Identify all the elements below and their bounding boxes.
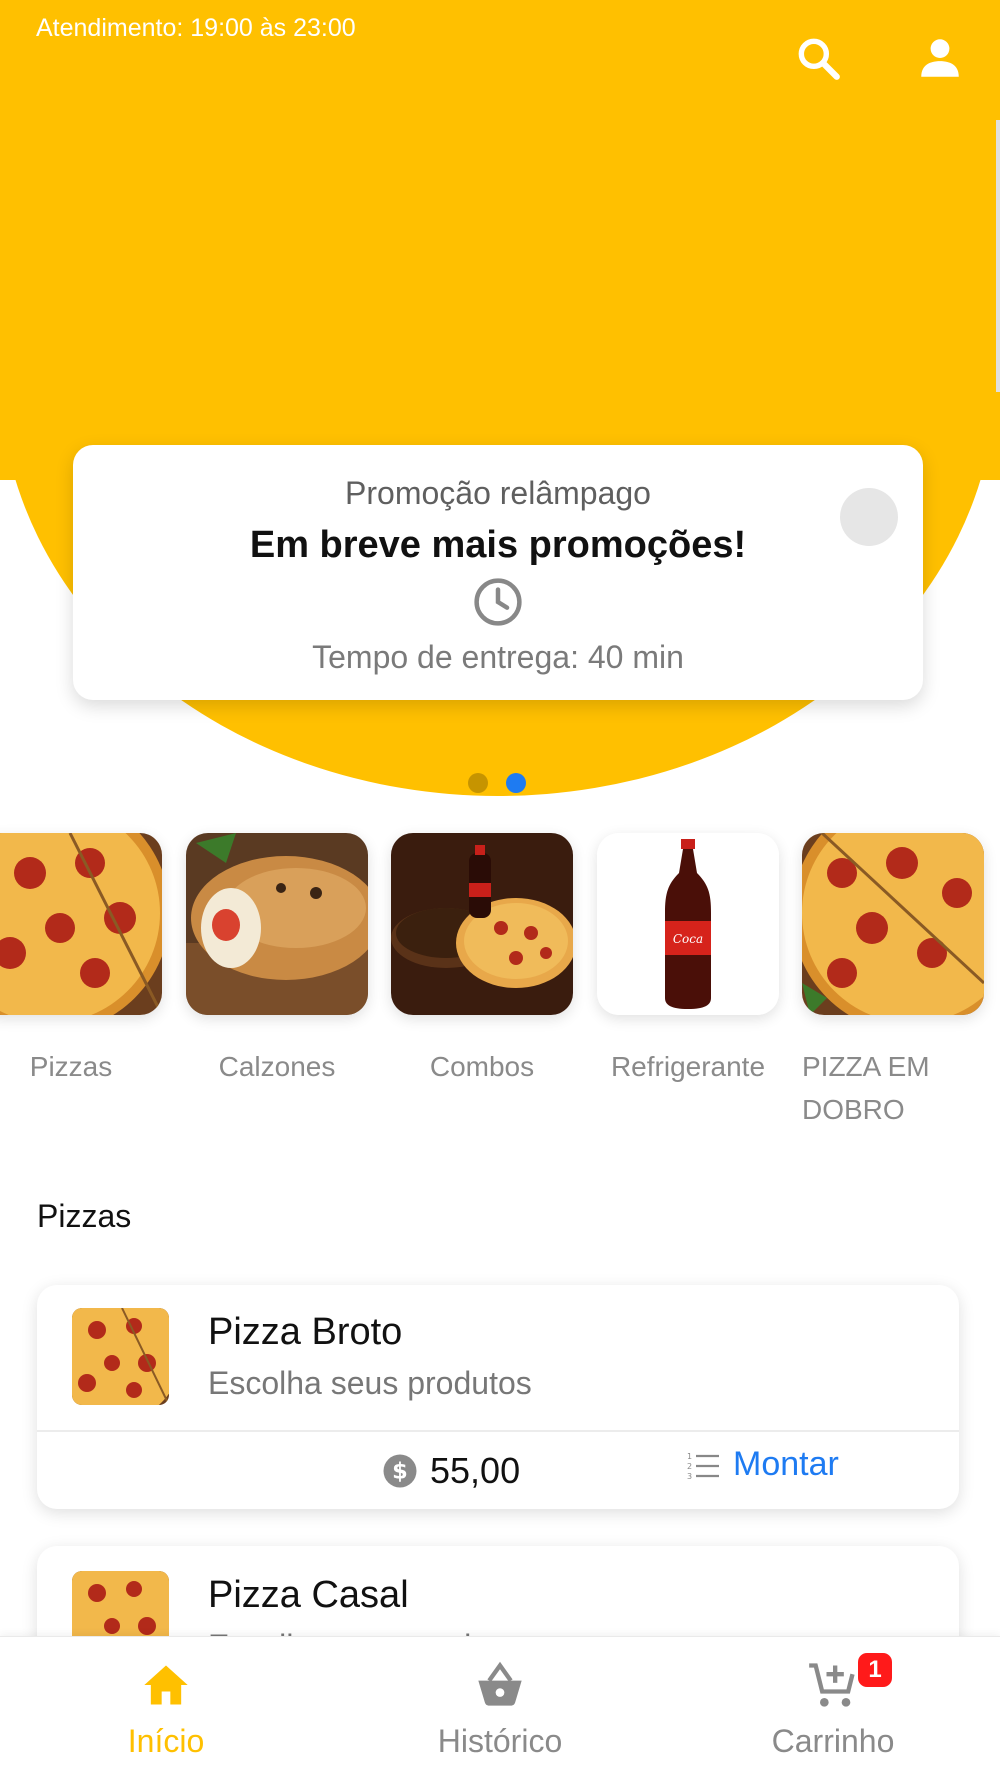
combo-image	[391, 833, 573, 1015]
nav-home-label: Início	[127, 1723, 205, 1759]
montar-label: Montar	[733, 1445, 839, 1483]
category-label: Refrigerante	[610, 1051, 766, 1082]
svg-text:1: 1	[687, 1452, 692, 1461]
category-combos[interactable]: Combos	[391, 833, 573, 1088]
search-icon	[798, 38, 840, 80]
promo-title: Em breve mais promoções!	[249, 524, 747, 566]
divider	[37, 1430, 959, 1432]
nav-history-label: Histórico	[437, 1723, 563, 1759]
nav-cart[interactable]: 1 Carrinho	[733, 1653, 933, 1760]
montar-button[interactable]: 1 2 3 Montar	[687, 1445, 839, 1484]
category-calzones[interactable]: Calzones	[186, 833, 368, 1088]
price-value: 55,00	[430, 1450, 521, 1491]
category-pizza-em-dobro[interactable]: PIZZA EM DOBRO	[802, 833, 984, 1131]
pizza-image	[0, 833, 162, 1015]
product-image	[72, 1308, 169, 1405]
carousel-dot-1[interactable]	[468, 773, 488, 793]
svg-text:$: $	[392, 1459, 408, 1485]
cart-add-icon	[809, 1663, 855, 1707]
product-name: Pizza Casal	[208, 1574, 409, 1616]
bottom-navigation: Início Histórico 1 Carrinho	[0, 1636, 1000, 1778]
category-label: Combos	[429, 1051, 535, 1082]
nav-cart-label: Carrinho	[771, 1723, 895, 1759]
promo-card[interactable]: Promoção relâmpago Em breve mais promoçõ…	[73, 445, 923, 700]
product-name: Pizza Broto	[208, 1311, 403, 1353]
category-label: PIZZA EM DOBRO	[802, 1051, 930, 1125]
clock-icon	[471, 575, 525, 629]
dollar-icon: $	[383, 1454, 417, 1488]
soda-bottle-image: Coca	[597, 833, 779, 1015]
profile-button[interactable]	[912, 30, 968, 86]
svg-text:Coca: Coca	[673, 932, 703, 946]
category-label: Calzones	[218, 1051, 336, 1082]
basket-icon	[478, 1661, 522, 1706]
promo-indicator	[840, 488, 898, 546]
category-carousel[interactable]: Pizzas Calzones Combos Coca Refrigerante…	[0, 833, 1000, 1133]
product-description: Escolha seus produtos	[208, 1365, 532, 1401]
nav-history[interactable]: Histórico	[400, 1659, 600, 1760]
svg-text:2: 2	[687, 1462, 692, 1471]
calzone-image	[186, 833, 368, 1015]
carousel-dots	[468, 773, 526, 793]
list-icon: 1 2 3	[687, 1452, 719, 1480]
search-button[interactable]	[790, 30, 846, 86]
scrollbar[interactable]	[996, 120, 1000, 392]
category-refrigerante[interactable]: Coca Refrigerante	[597, 833, 779, 1088]
delivery-time: Tempo de entrega: 40 min	[312, 639, 684, 675]
nav-home[interactable]: Início	[66, 1659, 266, 1760]
svg-text:3: 3	[687, 1472, 692, 1480]
product-card[interactable]: Pizza Broto Escolha seus produtos $ 55,0…	[37, 1285, 959, 1509]
cart-badge: 1	[858, 1653, 892, 1687]
user-icon	[921, 39, 959, 77]
pizza-image	[802, 833, 984, 1015]
home-icon	[144, 1665, 188, 1705]
section-title: Pizzas	[37, 1198, 132, 1234]
category-label: Pizzas	[29, 1051, 113, 1082]
product-price: $ 55,00	[382, 1450, 520, 1492]
promo-subtitle: Promoção relâmpago	[345, 475, 651, 511]
carousel-dot-2[interactable]	[506, 773, 526, 793]
category-pizzas[interactable]: Pizzas	[0, 833, 162, 1088]
opening-hours: Atendimento: 19:00 às 23:00	[36, 14, 356, 42]
